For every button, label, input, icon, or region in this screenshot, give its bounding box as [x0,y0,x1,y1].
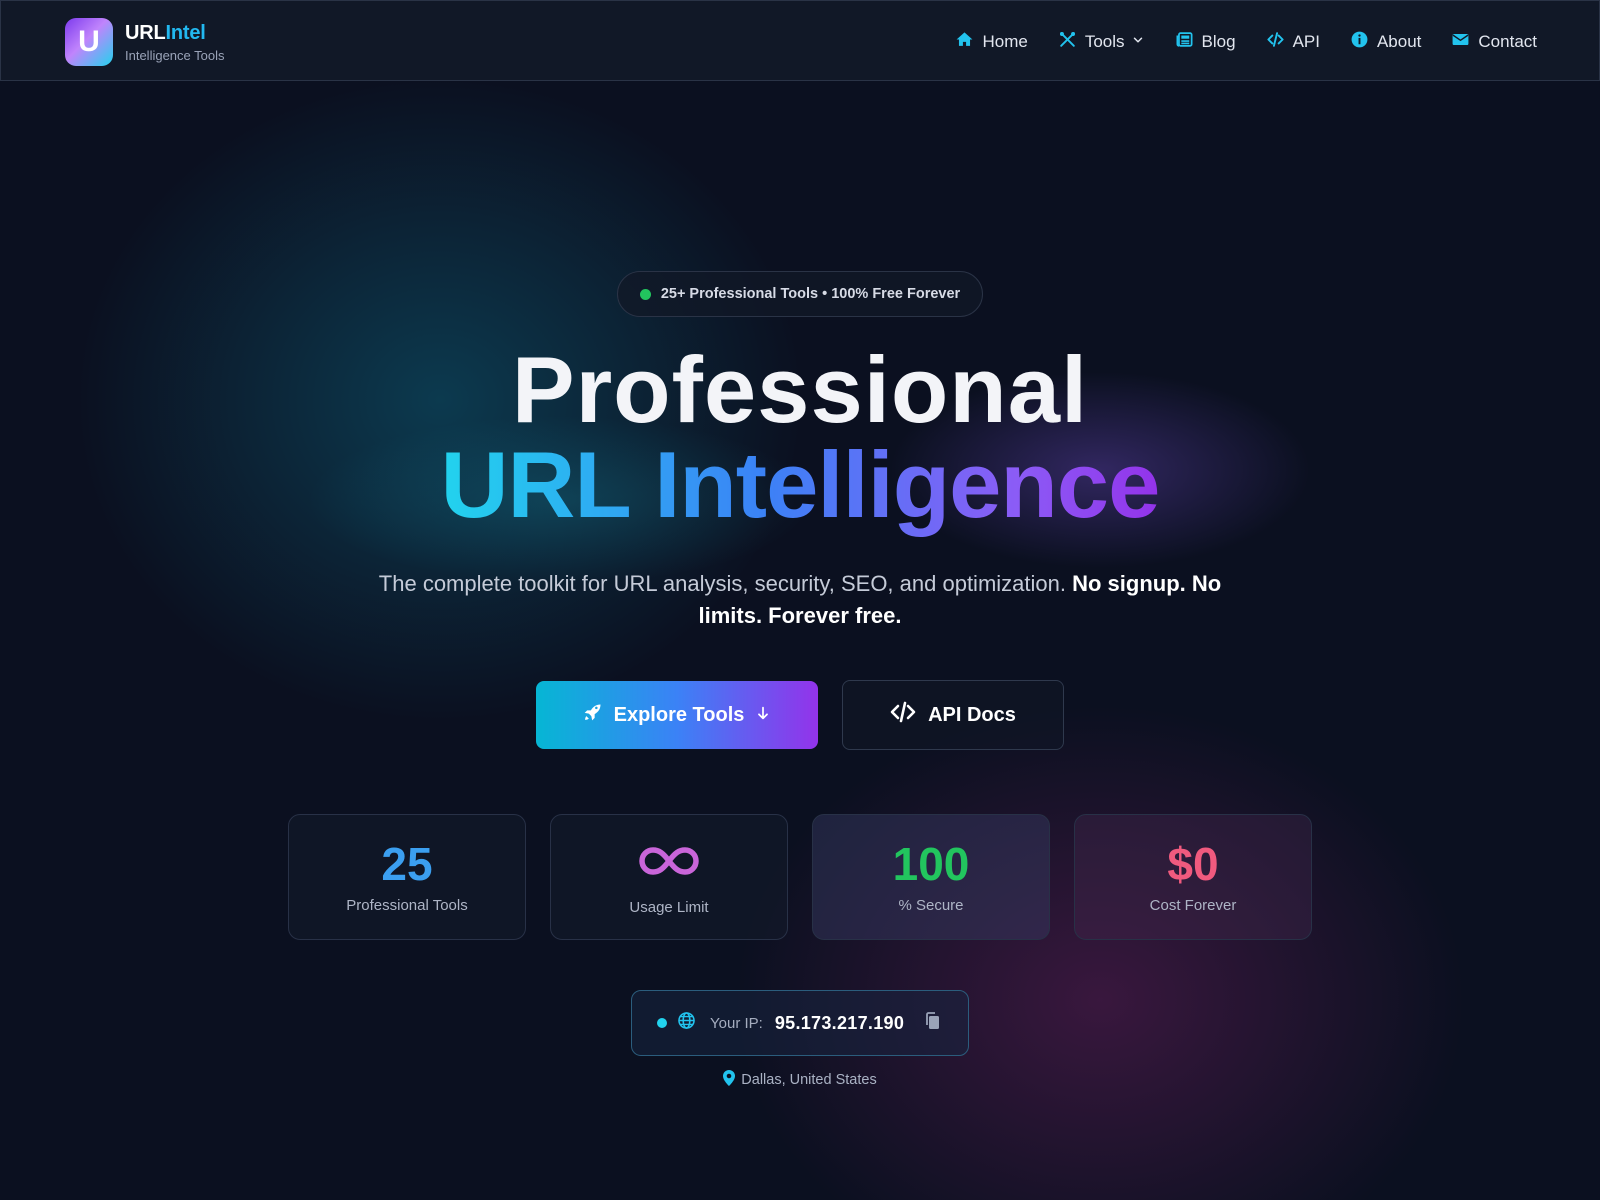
nav-item-blog[interactable]: Blog [1175,30,1236,54]
hero-subtitle: The complete toolkit for URL analysis, s… [370,568,1230,632]
chevron-down-icon [1133,32,1145,52]
nav-item-label: About [1376,31,1422,51]
stat-card-secure: 100 % Secure [812,814,1050,940]
stat-value: 25 [381,837,433,890]
stat-value: $0 [1167,837,1219,890]
hero-title-gradient: URL Intelligence [440,432,1161,537]
stat-label: Cost Forever [1149,896,1237,914]
hero-badge: 25+ Professional Tools • 100% Free Forev… [617,271,983,317]
globe-icon [677,1011,696,1035]
nav-item-api[interactable]: API [1266,30,1320,54]
home-icon [955,30,974,54]
envelope-icon [1451,30,1470,54]
nav-item-label: Contact [1478,31,1537,51]
status-dot [657,1018,667,1028]
nav-item-label: API [1292,31,1320,51]
hero-subtitle-plain: The complete toolkit for URL analysis, s… [378,571,1066,596]
code-icon [890,701,916,729]
stats-row: 25 Professional Tools Usage Limit 100 % … [288,814,1312,940]
nav-item-about[interactable]: About [1350,30,1421,54]
map-pin-icon [723,1070,736,1090]
ip-display: Your IP: 95.173.217.190 [631,990,969,1056]
explore-tools-label: Explore Tools [613,703,745,726]
nav-item-label: Home [982,31,1028,51]
logo[interactable]: U [65,18,113,66]
nav-item-label: Blog [1201,31,1236,51]
api-docs-button[interactable]: API Docs [842,680,1064,750]
brand-name: URLIntel [125,22,225,45]
brand-name-intel: Intel [165,22,206,44]
explore-tools-button[interactable]: Explore Tools [536,681,818,749]
stat-card-usage: Usage Limit [550,814,788,940]
copy-icon[interactable] [924,1011,940,1035]
brand[interactable]: URLIntel Intelligence Tools [125,22,225,63]
stat-label: Professional Tools [346,896,468,914]
stat-card-tools: 25 Professional Tools [288,814,526,940]
brand-subtitle: Intelligence Tools [125,48,225,63]
rocket-icon [583,702,603,728]
nav-links: Home Tools Blog API About Contact [955,1,1537,82]
stat-card-cost: $0 Cost Forever [1074,814,1312,940]
nav-item-home[interactable]: Home [955,30,1028,54]
logo-letter: U [78,25,100,58]
brand-name-url: URL [125,22,166,44]
top-navbar: U URLIntel Intelligence Tools Home Tools [0,0,1600,81]
ip-label: Your IP: [710,1014,763,1032]
stat-value: 100 [892,837,970,890]
ip-value: 95.173.217.190 [774,1012,905,1033]
tools-icon [1058,30,1077,54]
nav-item-label: Tools [1084,31,1125,51]
hero-title-line2: URL Intelligence [0,435,1600,535]
info-icon [1350,30,1369,54]
hero-title-line1: Professional [511,337,1089,442]
code-icon [1266,30,1285,54]
infinity-icon [638,839,700,885]
ip-location: Dallas, United States [0,1070,1600,1090]
arrow-down-icon [755,704,771,727]
stat-label: % Secure [898,896,964,914]
nav-item-tools[interactable]: Tools [1058,30,1145,54]
newspaper-icon [1175,30,1194,54]
ip-location-text: Dallas, United States [741,1072,877,1088]
hero-badge-text: 25+ Professional Tools • 100% Free Forev… [660,286,961,302]
api-docs-label: API Docs [928,703,1016,726]
stat-label: Usage Limit [629,898,709,916]
nav-item-contact[interactable]: Contact [1451,30,1537,54]
status-dot [639,288,651,300]
